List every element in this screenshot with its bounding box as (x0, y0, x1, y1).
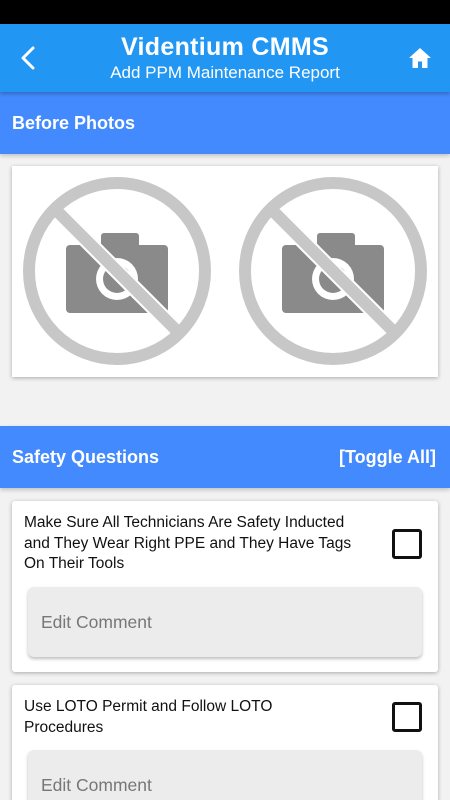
app-bar: Videntium CMMS Add PPM Maintenance Repor… (0, 24, 450, 92)
status-bar (0, 0, 450, 24)
before-photos-header: Before Photos (0, 92, 450, 154)
app-subtitle: Add PPM Maintenance Report (110, 63, 340, 82)
safety-question-checkbox[interactable] (392, 529, 422, 559)
no-photo-icon (23, 177, 211, 365)
app-title-block: Videntium CMMS Add PPM Maintenance Repor… (60, 32, 390, 83)
before-photos-card (12, 166, 438, 377)
home-button[interactable] (400, 38, 440, 78)
safety-questions-header: Safety Questions [Toggle All] (0, 426, 450, 488)
safety-question-card: Use LOTO Permit and Follow LOTO Procedur… (12, 685, 438, 800)
safety-question-checkbox[interactable] (392, 702, 422, 732)
photo-slot-2[interactable] (237, 175, 429, 367)
safety-question-text: Make Sure All Technicians Are Safety Ind… (24, 514, 352, 572)
comment-input[interactable] (28, 750, 422, 800)
safety-questions-title: Safety Questions (12, 446, 160, 467)
home-icon (409, 48, 431, 68)
toggle-all-button[interactable]: [Toggle All] (339, 447, 436, 468)
no-photo-icon (239, 177, 427, 365)
photo-slot-1[interactable] (21, 175, 213, 367)
back-arrow-icon (21, 46, 35, 70)
comment-input[interactable] (28, 587, 422, 657)
app-title: Videntium CMMS (121, 33, 329, 61)
back-button[interactable] (10, 38, 46, 78)
before-photos-title: Before Photos (12, 112, 136, 133)
safety-question-text: Use LOTO Permit and Follow LOTO Procedur… (24, 698, 273, 736)
safety-question-card: Make Sure All Technicians Are Safety Ind… (12, 501, 438, 672)
